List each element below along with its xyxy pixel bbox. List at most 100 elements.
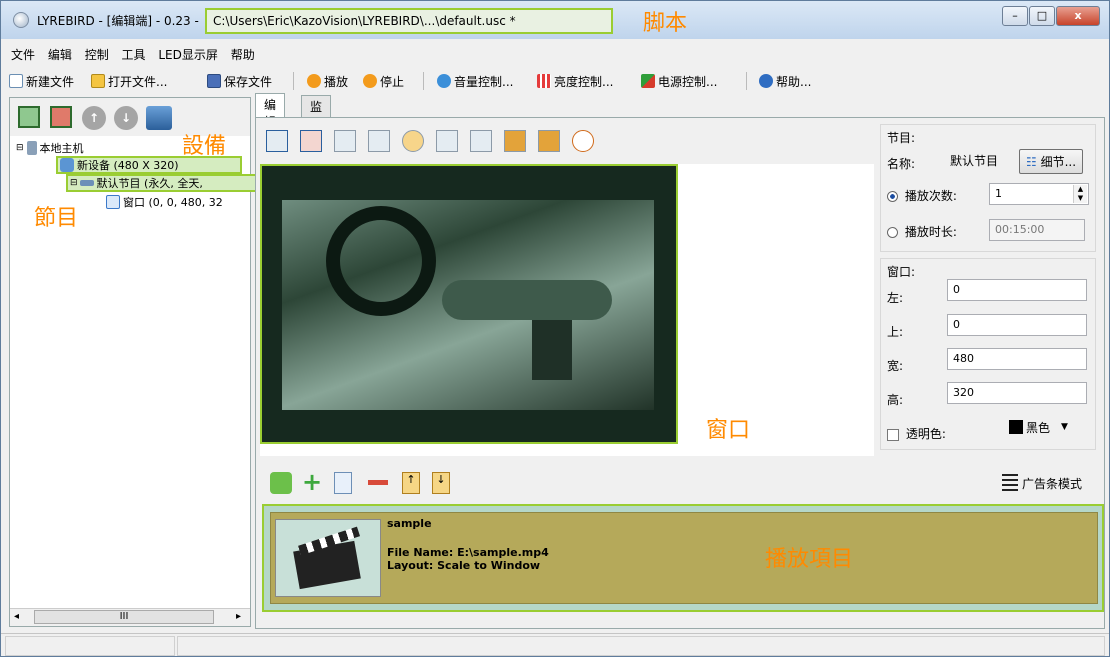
- tree-horizontal-scrollbar[interactable]: ◂ III ▸: [10, 608, 250, 626]
- play-duration-input[interactable]: 00:15:00: [989, 219, 1085, 241]
- menu-edit[interactable]: 编辑: [48, 41, 72, 63]
- open-file-button[interactable]: 打开文件...: [91, 72, 167, 90]
- scroll-right-icon[interactable]: ▸: [236, 611, 241, 622]
- menu-led-display[interactable]: LED显示屏: [158, 41, 218, 63]
- center-icon[interactable]: [402, 130, 424, 152]
- move-down-icon[interactable]: ↓: [114, 106, 138, 130]
- title-bar: LYREBIRD - [编辑端] - 0.23 - C:\Users\Eric\…: [1, 1, 1109, 39]
- tree-node-program[interactable]: ⊟ 默认节目 (永久, 全天,: [66, 174, 262, 192]
- play-count-spinner[interactable]: ▲ ▼: [1073, 185, 1087, 203]
- play-count-radio[interactable]: 播放次数:: [887, 187, 957, 204]
- play-item-list: sample File Name: E:\sample.mp4 Layout: …: [262, 504, 1104, 612]
- add-item-icon[interactable]: +: [302, 470, 322, 494]
- width-input[interactable]: 480: [947, 348, 1087, 370]
- tab-edit[interactable]: 编辑: [255, 93, 286, 129]
- toolbar-separator: [293, 72, 294, 90]
- annotation-program: 節目: [34, 206, 79, 231]
- remove-item-icon[interactable]: [368, 480, 388, 485]
- window-title: LYREBIRD - [编辑端] - 0.23 -: [37, 14, 199, 28]
- volume-label: 音量控制...: [454, 74, 514, 89]
- move-up-icon[interactable]: ↑: [82, 106, 106, 130]
- brightness-label: 亮度控制...: [554, 74, 614, 89]
- menu-help[interactable]: 帮助: [231, 41, 255, 63]
- menu-control[interactable]: 控制: [85, 41, 109, 63]
- new-file-button[interactable]: 新建文件: [9, 72, 74, 90]
- split-horizontal-icon[interactable]: [470, 130, 492, 152]
- volume-control-button[interactable]: 音量控制...: [437, 72, 513, 90]
- stop-icon: [363, 74, 377, 88]
- display-window[interactable]: [260, 164, 678, 444]
- stop-button[interactable]: 停止: [363, 72, 404, 90]
- tree-node-host[interactable]: ⊟ 本地主机: [16, 140, 84, 156]
- help-button[interactable]: 帮助...: [759, 72, 811, 90]
- editor-panel: 窗口 节目: 名称: 默认节目 ☷ 细节... 播放次数: 1 ▲ ▼ 播放时长…: [255, 117, 1105, 629]
- list-icon: [1002, 474, 1018, 492]
- app-window: LYREBIRD - [编辑端] - 0.23 - C:\Users\Eric\…: [0, 0, 1110, 657]
- power-label: 电源控制...: [658, 74, 718, 89]
- power-icon: [641, 74, 655, 88]
- menu-file[interactable]: 文件: [11, 41, 35, 63]
- details-button[interactable]: ☷ 细节...: [1019, 149, 1084, 174]
- layout-canvas-area: 窗口: [260, 164, 874, 456]
- ad-mode-button[interactable]: 广告条模式: [1002, 474, 1082, 492]
- transparent-checkbox[interactable]: 透明色:: [887, 425, 946, 442]
- save-file-button[interactable]: 保存文件: [207, 72, 272, 90]
- properties-panel: 节目: 名称: 默认节目 ☷ 细节... 播放次数: 1 ▲ ▼ 播放时长: 00…: [880, 124, 1100, 454]
- add-window-icon[interactable]: [266, 130, 288, 152]
- top-input[interactable]: 0: [947, 314, 1087, 336]
- ad-mode-label: 广告条模式: [1022, 476, 1083, 491]
- menu-tools[interactable]: 工具: [122, 41, 146, 63]
- scroll-left-icon[interactable]: ◂: [14, 611, 19, 622]
- bring-front-icon[interactable]: [334, 130, 356, 152]
- window-node-icon: [106, 195, 120, 209]
- transparent-label: 透明色:: [905, 427, 946, 441]
- video-preview-image: [282, 200, 654, 410]
- split-vertical-icon[interactable]: [436, 130, 458, 152]
- item-properties-icon[interactable]: [334, 472, 352, 494]
- close-button[interactable]: x: [1056, 6, 1100, 26]
- maximize-button[interactable]: □: [1029, 6, 1055, 26]
- left-input[interactable]: 0: [947, 279, 1087, 301]
- save-icon: [207, 74, 221, 88]
- move-item-up-icon[interactable]: ↑: [402, 472, 420, 494]
- program-name-value: 默认节目: [950, 154, 999, 168]
- play-item-layout: Layout: Scale to Window: [387, 559, 541, 572]
- stop-label: 停止: [380, 74, 405, 89]
- tree-device-label: 新设备 (480 X 320): [77, 159, 179, 172]
- color-swatch: [1009, 420, 1023, 434]
- play-button[interactable]: 播放: [307, 72, 348, 90]
- device-icon[interactable]: [146, 106, 172, 130]
- details-button-label: 细节...: [1040, 155, 1077, 169]
- tree-node-window[interactable]: 窗口 (0, 0, 480, 32: [106, 194, 223, 210]
- power-control-button[interactable]: 电源控制...: [641, 72, 717, 90]
- add-media-icon[interactable]: [270, 472, 292, 494]
- play-icon: [307, 74, 321, 88]
- scroll-thumb[interactable]: III: [34, 610, 214, 624]
- minimize-button[interactable]: –: [1002, 6, 1028, 26]
- program-group-label: 节目:: [887, 131, 916, 145]
- delete-window-icon[interactable]: [300, 130, 322, 152]
- import-icon[interactable]: [504, 130, 526, 152]
- brightness-control-button[interactable]: 亮度控制...: [537, 72, 613, 90]
- program-name-label: 名称:: [887, 157, 916, 171]
- play-duration-radio[interactable]: 播放时长:: [887, 223, 957, 240]
- send-back-icon[interactable]: [368, 130, 390, 152]
- checkbox-icon: [887, 428, 899, 441]
- toolbar-separator: [746, 72, 747, 90]
- zoom-icon[interactable]: [572, 130, 594, 152]
- remove-node-icon[interactable]: [50, 106, 72, 128]
- move-item-down-icon[interactable]: ↓: [432, 472, 450, 494]
- add-node-icon[interactable]: [18, 106, 40, 128]
- height-label: 高:: [887, 393, 904, 407]
- save-file-label: 保存文件: [224, 74, 273, 89]
- device-node-icon: [60, 158, 74, 172]
- play-duration-label: 播放时长:: [904, 225, 957, 239]
- left-label: 左:: [887, 291, 904, 305]
- toolbar-separator: [423, 72, 424, 90]
- open-folder-icon: [91, 74, 105, 88]
- list-item[interactable]: sample File Name: E:\sample.mp4 Layout: …: [270, 512, 1098, 604]
- height-input[interactable]: 320: [947, 382, 1087, 404]
- color-dropdown[interactable]: 黑色 ▼: [1009, 417, 1091, 437]
- tab-monitor[interactable]: 监控: [301, 95, 332, 131]
- export-icon[interactable]: [538, 130, 560, 152]
